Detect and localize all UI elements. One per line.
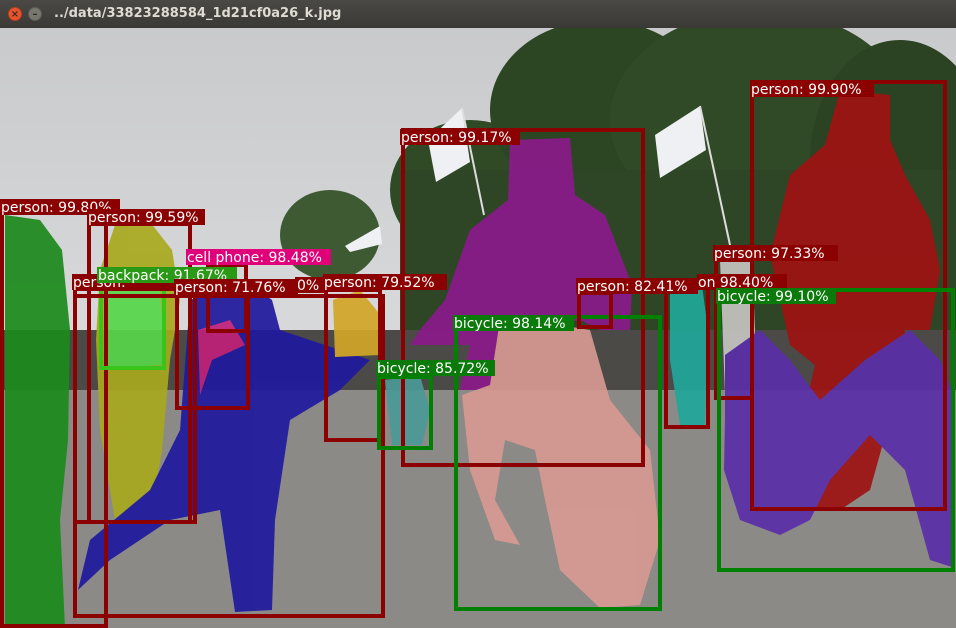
window-title: ../data/33823288584_1d21cf0a26_k.jpg (54, 6, 342, 21)
minimize-button[interactable]: – (28, 7, 42, 21)
label-person-yellow: person: 99.59% (88, 210, 199, 226)
label-person-82: person: 82.41% (577, 279, 688, 295)
mask-person-left (5, 215, 70, 628)
label-person-red: person: 99.90% (751, 82, 862, 98)
label-person-blue: 0% (297, 278, 319, 294)
minimize-icon: – (32, 9, 38, 20)
close-icon: × (10, 9, 20, 20)
label-person-97: person: 97.33% (714, 246, 825, 262)
label-bicycle-98: bicycle: 98.14% (454, 316, 566, 332)
label-cell-phone: cell phone: 98.48% (187, 250, 322, 266)
label-bicycle-85: bicycle: 85.72% (377, 361, 489, 377)
detection-image: person: 99.80% person: 99.59% person: ce… (0, 28, 956, 628)
label-bicycle-99: bicycle: 99.10% (717, 289, 829, 305)
label-person-79: person: 79.52% (324, 275, 435, 291)
label-person-71: person: 71.76% (175, 280, 286, 296)
image-viewer: person: 99.80% person: 99.59% person: ce… (0, 28, 956, 628)
window-titlebar: × – ../data/33823288584_1d21cf0a26_k.jpg (0, 0, 956, 29)
close-button[interactable]: × (8, 7, 22, 21)
label-person-purple: person: 99.17% (401, 130, 512, 146)
